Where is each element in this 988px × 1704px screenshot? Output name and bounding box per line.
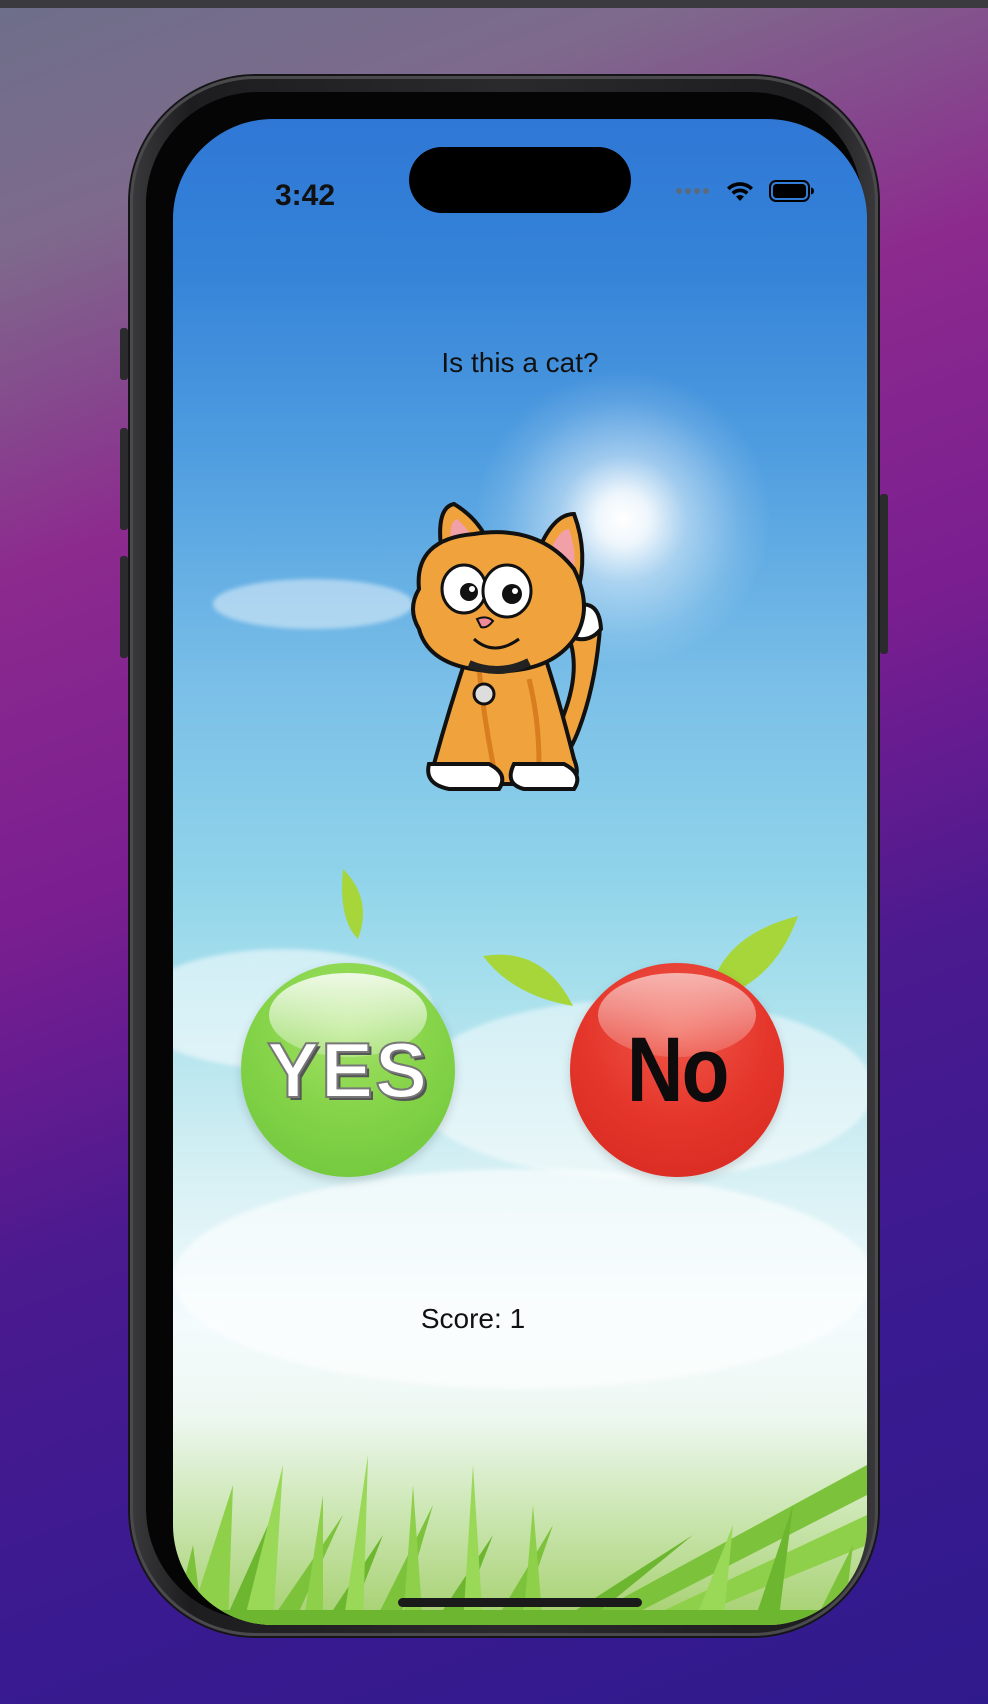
status-time: 3:42 <box>274 179 336 212</box>
volume-up-button <box>120 428 128 530</box>
status-icons <box>675 175 815 207</box>
score-label: Score: 1 <box>420 1303 526 1334</box>
grass-decoration <box>173 1455 867 1625</box>
home-indicator[interactable] <box>398 1598 642 1607</box>
cloud <box>213 579 413 629</box>
question-label: Is this a cat? <box>441 347 599 378</box>
phone-bezel: 3:42 Is this a cat? YES No Score: 1 <box>146 92 867 1625</box>
yes-button[interactable]: YES <box>241 963 455 1177</box>
window-top-bar <box>0 0 988 8</box>
power-button <box>880 494 888 654</box>
battery-icon <box>769 180 814 202</box>
cat-image <box>411 501 604 791</box>
wifi-icon <box>727 182 753 201</box>
signal-dots-icon <box>676 188 709 194</box>
phone-frame: 3:42 Is this a cat? YES No Score: 1 <box>120 76 888 1636</box>
leaf-decoration <box>483 954 573 1006</box>
yes-button-label: YES <box>266 1025 430 1115</box>
no-button-label: No <box>626 1018 730 1121</box>
volume-down-button <box>120 556 128 658</box>
dynamic-island <box>409 147 631 213</box>
action-button <box>120 328 128 380</box>
no-button[interactable]: No <box>570 963 784 1177</box>
app-screen: 3:42 Is this a cat? YES No Score: 1 <box>173 119 867 1625</box>
leaf-decoration <box>342 869 363 939</box>
cloud <box>173 1169 867 1389</box>
